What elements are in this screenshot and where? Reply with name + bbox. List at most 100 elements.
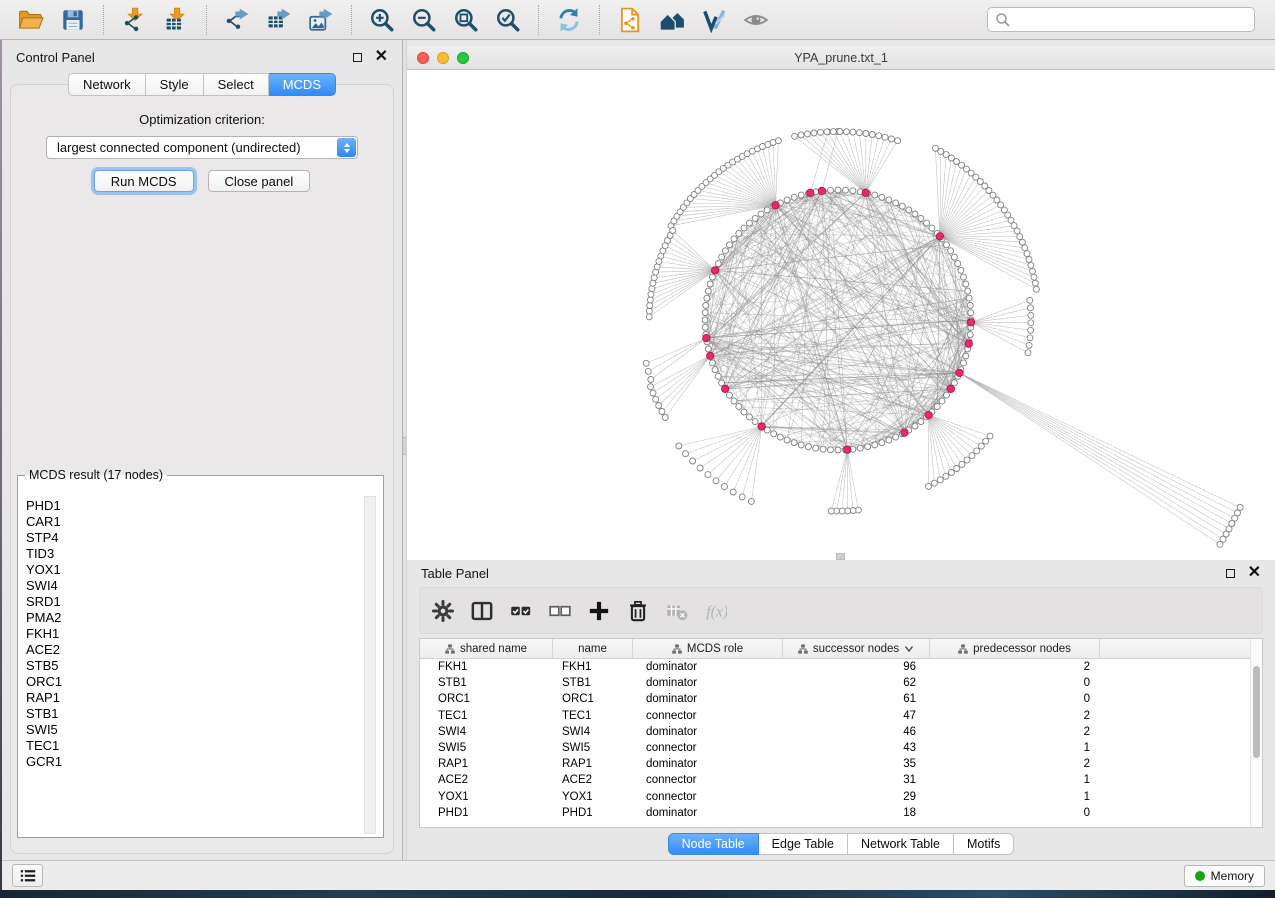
network-graph[interactable] <box>407 70 1275 560</box>
column-header-successor-nodes[interactable]: successor nodes <box>783 639 930 658</box>
mcds-result-item[interactable]: GCR1 <box>20 754 363 770</box>
import-network-icon[interactable] <box>113 4 155 36</box>
export-image-icon[interactable] <box>300 4 342 36</box>
task-history-button[interactable] <box>12 864 43 887</box>
splitter-grip[interactable] <box>403 437 406 455</box>
toolbar-separator <box>351 5 352 35</box>
window-minimize-icon[interactable] <box>437 52 449 64</box>
mcds-result-item[interactable]: ORC1 <box>20 674 363 690</box>
tab-network[interactable]: Network <box>68 73 146 96</box>
table-row[interactable]: SWI5SWI5connector431 <box>420 740 1262 756</box>
table-cell: SWI4 <box>420 726 553 738</box>
show-graphics-details-icon[interactable] <box>735 4 777 36</box>
select-all-icon[interactable] <box>510 600 532 622</box>
add-row-icon[interactable] <box>588 600 610 622</box>
svg-text:f(x): f(x) <box>706 603 727 620</box>
zoom-fit-icon[interactable] <box>445 4 487 36</box>
zoom-selected-icon[interactable] <box>487 4 529 36</box>
export-network-icon[interactable] <box>216 4 258 36</box>
export-table-icon[interactable] <box>258 4 300 36</box>
import-table-icon[interactable] <box>155 4 197 36</box>
select-stepper-icon[interactable] <box>337 138 356 157</box>
table-cell: connector <box>633 710 783 722</box>
table-row[interactable]: FKH1FKH1dominator962 <box>420 659 1262 675</box>
search-input[interactable] <box>1015 13 1247 27</box>
table-cell: FKH1 <box>553 661 633 673</box>
search-box[interactable] <box>987 7 1255 32</box>
network-window-titlebar[interactable]: YPA_prune.txt_1 <box>407 46 1275 70</box>
mcds-result-item[interactable]: RAP1 <box>20 690 363 706</box>
float-icon[interactable] <box>353 53 362 62</box>
zoom-out-icon[interactable] <box>403 4 445 36</box>
mcds-result-item[interactable]: STP4 <box>20 530 363 546</box>
table-cell: ACE2 <box>420 774 553 786</box>
column-header-shared-name[interactable]: shared name <box>420 639 553 658</box>
deselect-all-icon[interactable] <box>549 600 571 622</box>
column-header-MCDS-role[interactable]: MCDS role <box>633 639 783 658</box>
horizontal-splitter-grip[interactable] <box>836 553 845 560</box>
table-scrollbar[interactable] <box>1250 639 1262 827</box>
vizmapper-icon[interactable] <box>693 4 735 36</box>
table-row[interactable]: PHD1PHD1dominator180 <box>420 805 1262 821</box>
column-header-name[interactable]: name <box>553 639 633 658</box>
table-row[interactable]: TEC1TEC1connector472 <box>420 708 1262 724</box>
network-browser-icon[interactable] <box>651 4 693 36</box>
tab-motifs[interactable]: Motifs <box>954 833 1014 855</box>
tab-network-table[interactable]: Network Table <box>848 833 954 855</box>
table-row[interactable]: RAP1RAP1dominator352 <box>420 756 1262 772</box>
open-file-icon[interactable] <box>10 4 52 36</box>
table-row[interactable]: SWI4SWI4dominator462 <box>420 724 1262 740</box>
network-pane: YPA_prune.txt_1 Table Panel ✕ f(x) share… <box>407 40 1275 860</box>
mcds-result-item[interactable]: SWI5 <box>20 722 363 738</box>
zoom-in-icon[interactable] <box>361 4 403 36</box>
tab-select[interactable]: Select <box>204 73 269 96</box>
window-zoom-icon[interactable] <box>457 52 469 64</box>
mcds-result-item[interactable]: CAR1 <box>20 514 363 530</box>
window-close-icon[interactable] <box>417 52 429 64</box>
show-columns-icon[interactable] <box>471 600 493 622</box>
column-header-predecessor-nodes[interactable]: predecessor nodes <box>930 639 1100 658</box>
table-cell: 2 <box>930 710 1100 722</box>
tab-style[interactable]: Style <box>146 73 204 96</box>
mcds-result-item[interactable]: STB1 <box>20 706 363 722</box>
network-from-file-icon[interactable] <box>609 4 651 36</box>
mcds-result-item[interactable]: SWI4 <box>20 578 363 594</box>
table-row[interactable]: YOX1YOX1connector291 <box>420 789 1262 805</box>
table-cell: SWI4 <box>553 726 633 738</box>
float-icon[interactable] <box>1226 569 1235 578</box>
table-cell: dominator <box>633 693 783 705</box>
close-icon[interactable]: ✕ <box>375 51 388 63</box>
mcds-list-scrollbar[interactable] <box>364 496 376 834</box>
table-cell: ORC1 <box>420 693 553 705</box>
delete-row-icon[interactable] <box>627 600 649 622</box>
table-row[interactable]: STB1STB1dominator620 <box>420 675 1262 691</box>
mcds-result-item[interactable]: STB5 <box>20 658 363 674</box>
memory-button[interactable]: Memory <box>1184 865 1265 887</box>
refresh-icon[interactable] <box>548 4 590 36</box>
save-session-icon[interactable] <box>52 4 94 36</box>
mcds-result-item[interactable]: PHD1 <box>20 498 363 514</box>
mcds-result-item[interactable]: YOX1 <box>20 562 363 578</box>
tab-node-table[interactable]: Node Table <box>668 833 759 855</box>
mcds-result-item[interactable]: ACE2 <box>20 642 363 658</box>
network-canvas[interactable] <box>407 70 1275 560</box>
table-cell: RAP1 <box>553 758 633 770</box>
tab-mcds[interactable]: MCDS <box>269 73 336 96</box>
mcds-result-item[interactable]: TEC1 <box>20 738 363 754</box>
control-panel: Control Panel ✕ NetworkStyleSelectMCDS O… <box>2 40 402 860</box>
mcds-result-item[interactable]: TID3 <box>20 546 363 562</box>
gear-icon[interactable] <box>432 600 454 622</box>
run-mcds-button[interactable]: Run MCDS <box>94 170 194 192</box>
tab-edge-table[interactable]: Edge Table <box>759 833 848 855</box>
mcds-result-item[interactable]: FKH1 <box>20 626 363 642</box>
mcds-result-item[interactable]: SRD1 <box>20 594 363 610</box>
table-row[interactable]: ORC1ORC1dominator610 <box>420 691 1262 707</box>
table-row[interactable]: ACE2ACE2connector311 <box>420 772 1262 788</box>
table-body: FKH1FKH1dominator962STB1STB1dominator620… <box>420 659 1262 821</box>
scrollbar-thumb[interactable] <box>1253 666 1260 758</box>
close-icon[interactable]: ✕ <box>1248 567 1261 579</box>
mcds-result-item[interactable]: PMA2 <box>20 610 363 626</box>
close-panel-button[interactable]: Close panel <box>208 170 311 192</box>
optimization-criterion-select[interactable]: largest connected component (undirected) <box>46 136 358 159</box>
network-window-title: YPA_prune.txt_1 <box>407 51 1275 65</box>
